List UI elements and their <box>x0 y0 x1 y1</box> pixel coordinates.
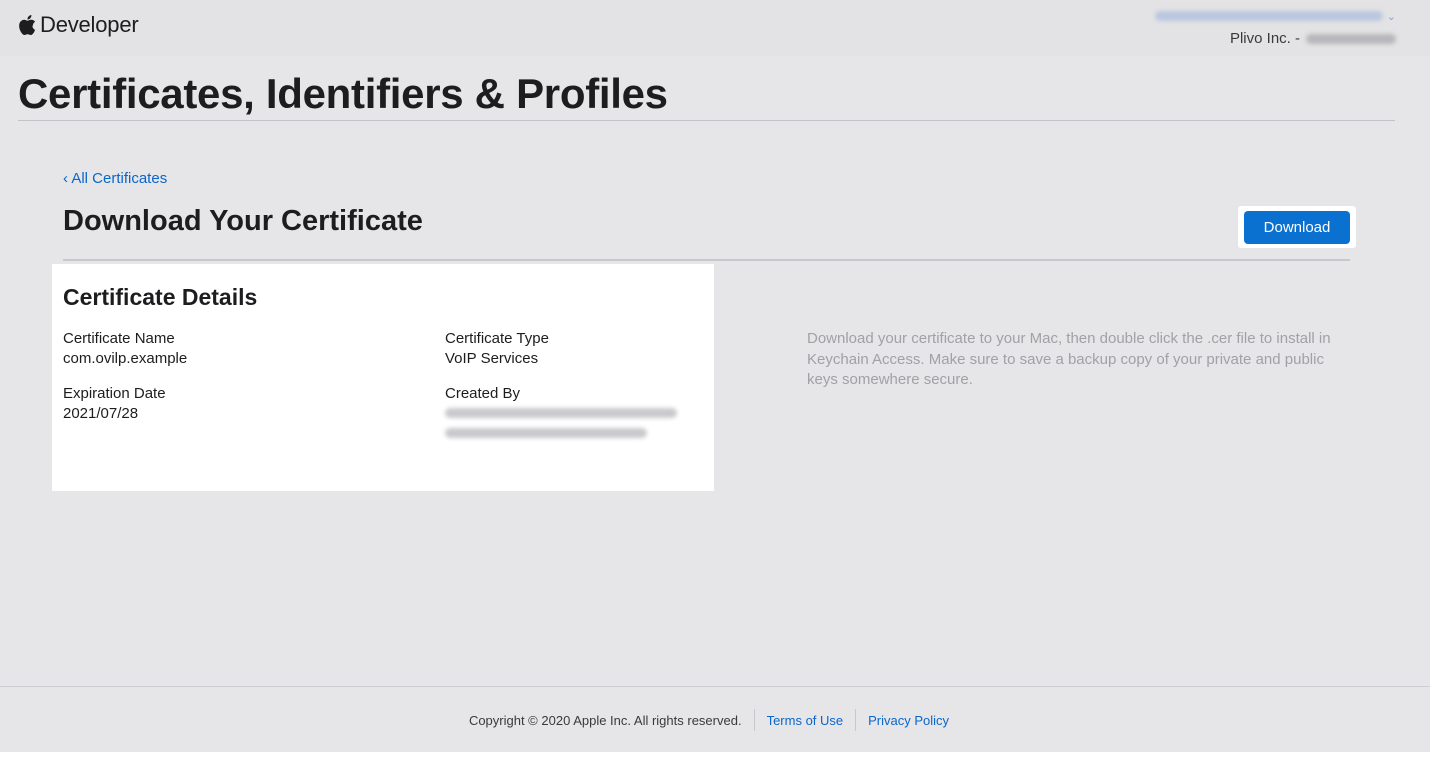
certificate-name-value: com.ovilp.example <box>63 350 188 367</box>
team-id-redacted <box>1306 33 1396 44</box>
team-row: Plivo Inc. - <box>1155 30 1396 47</box>
all-certificates-link[interactable]: ‹ All Certificates <box>63 170 167 187</box>
privacy-policy-link[interactable]: Privacy Policy <box>856 713 961 728</box>
expiration-date-label: Expiration Date <box>63 385 166 402</box>
account-name-redacted <box>1154 11 1383 21</box>
download-button[interactable]: Download <box>1244 211 1350 244</box>
certificate-type-value: VoIP Services <box>445 350 539 367</box>
account-menu[interactable]: ⌄ Plivo Inc. - <box>1154 6 1396 47</box>
download-instructions: Download your certificate to your Mac, t… <box>807 330 1331 388</box>
expiration-date-value: 2021/07/28 <box>63 405 139 422</box>
section-title: Download Your Certificate <box>63 205 423 237</box>
certificate-details-card: Certificate Details Certificate Name com… <box>52 264 714 491</box>
section-divider <box>63 259 1350 261</box>
created-by-email-redacted <box>445 428 647 438</box>
certificate-name-field: Certificate Name com.ovilp.example <box>63 330 187 367</box>
developer-home-link[interactable]: Developer <box>18 12 139 38</box>
certificate-name-label: Certificate Name <box>63 330 175 347</box>
chevron-down-icon[interactable]: ⌄ <box>1387 10 1396 23</box>
terms-of-use-link[interactable]: Terms of Use <box>755 713 856 728</box>
page-title: Certificates, Identifiers & Profiles <box>18 70 668 117</box>
bottom-edge <box>0 752 1430 757</box>
copyright-text: Copyright © 2020 Apple Inc. All rights r… <box>468 712 742 728</box>
created-by-name-redacted <box>445 408 677 418</box>
certificate-type-label: Certificate Type <box>445 330 549 347</box>
title-divider <box>18 120 1395 121</box>
certificate-details-title: Certificate Details <box>63 284 258 310</box>
page: Developer ⌄ Plivo Inc. - Certificates, I… <box>0 0 1430 757</box>
apple-logo-icon <box>19 15 36 36</box>
brand-label: Developer <box>40 12 139 37</box>
created-by-field: Created By <box>445 385 677 438</box>
expiration-date-field: Expiration Date 2021/07/28 <box>63 385 166 422</box>
account-name-row[interactable]: ⌄ <box>1154 6 1396 26</box>
footer: Copyright © 2020 Apple Inc. All rights r… <box>0 686 1430 753</box>
footer-content: Copyright © 2020 Apple Inc. All rights r… <box>0 687 1430 753</box>
top-navigation-bar: Developer ⌄ Plivo Inc. - <box>0 0 1430 56</box>
certificate-type-field: Certificate Type VoIP Services <box>445 330 549 367</box>
created-by-label: Created By <box>445 385 521 402</box>
team-label: Plivo Inc. - <box>1229 30 1300 47</box>
download-button-highlight: Download <box>1238 206 1356 248</box>
created-by-redacted <box>445 408 677 438</box>
